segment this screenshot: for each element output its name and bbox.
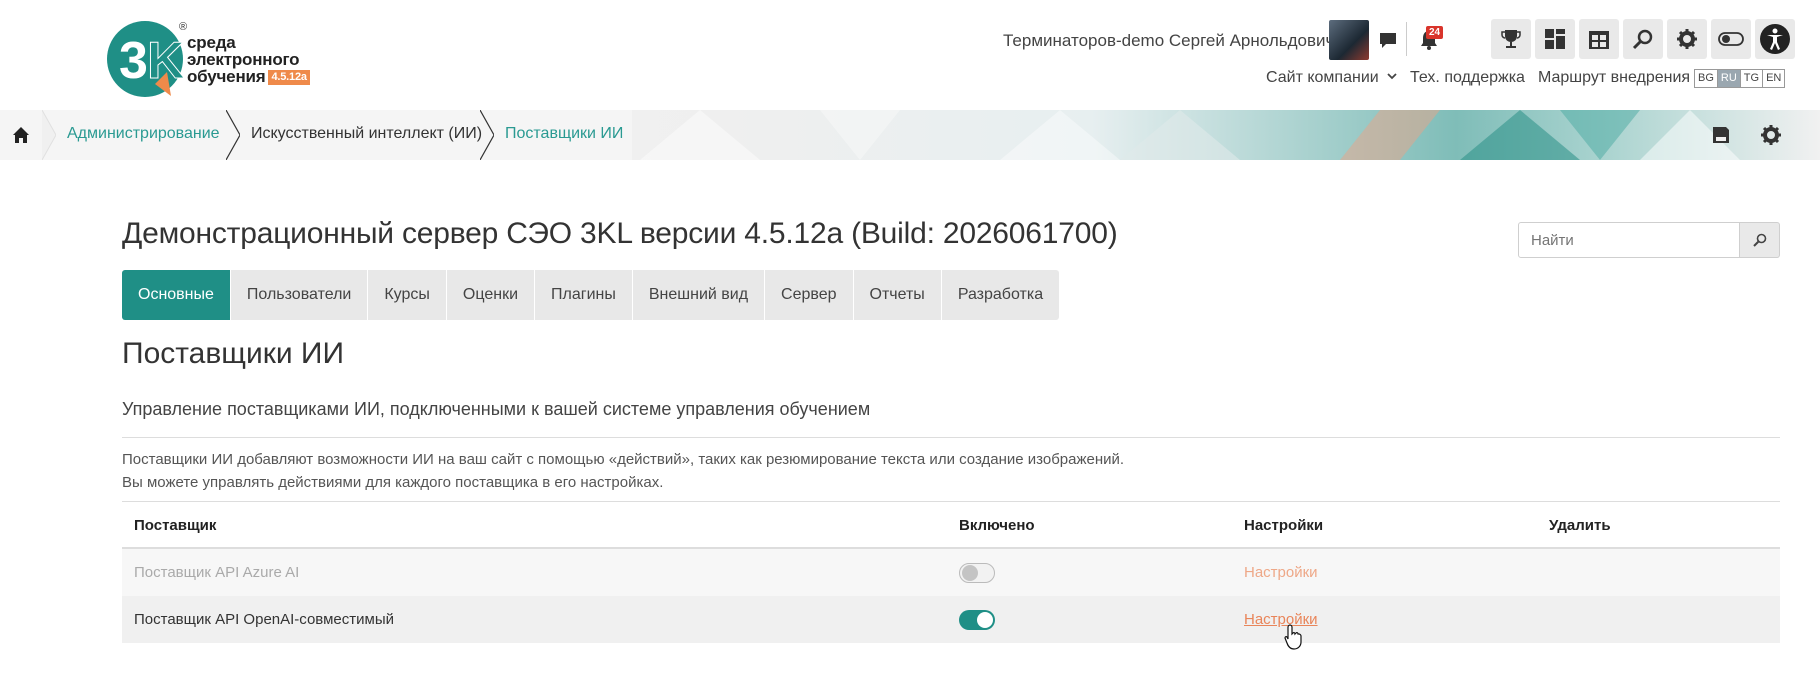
svg-text:3: 3 [119, 32, 148, 90]
search-button[interactable] [1623, 19, 1663, 59]
tab-courses[interactable]: Курсы [368, 270, 446, 320]
description-line: Вы можете управлять действиями для каждо… [122, 474, 664, 491]
enable-toggle-azure[interactable] [959, 563, 995, 583]
home-icon [13, 127, 29, 143]
tab-general[interactable]: Основные [122, 270, 230, 320]
page-settings-icon[interactable] [1759, 123, 1783, 147]
section-subtitle: Управление поставщиками ИИ, подключенным… [122, 399, 871, 419]
toggle-knob [977, 612, 993, 628]
site-header: 3 K ® среда электронного обучения 4.5.12a… [0, 0, 1820, 110]
toggle-knob [962, 565, 978, 581]
save-icon[interactable] [1709, 123, 1733, 147]
tab-grades[interactable]: Оценки [446, 270, 535, 320]
roadmap-link[interactable]: Маршрут внедрения [1538, 69, 1690, 87]
header-provider: Поставщик [134, 517, 217, 534]
lang-bg[interactable]: BG [1695, 70, 1718, 87]
tab-server[interactable]: Сервер [765, 270, 853, 320]
page-title: Демонстрационный сервер СЭО 3KL версии 4… [122, 217, 1118, 250]
table-row: Поставщик API Azure AI Настройки [122, 549, 1780, 596]
theme-toggle-button[interactable] [1711, 19, 1751, 59]
admin-tabs: Основные Пользователи Курсы Оценки Плаги… [122, 270, 1060, 320]
lang-en[interactable]: EN [1763, 70, 1784, 87]
calendar-button[interactable] [1579, 19, 1619, 59]
table-row: Поставщик API OpenAI-совместимый Настрой… [122, 596, 1780, 643]
enable-toggle-openai[interactable] [959, 610, 995, 630]
site-logo[interactable]: 3 K ® среда электронного обучения 4.5.12a [105, 18, 335, 100]
toggle-icon [1718, 32, 1744, 46]
settings-button[interactable] [1667, 19, 1707, 59]
home-button[interactable] [0, 110, 42, 160]
section-title: Поставщики ИИ [122, 337, 345, 370]
provider-name: Поставщик API OpenAI-совместимый [134, 611, 394, 628]
tab-users[interactable]: Пользователи [230, 270, 368, 320]
table-header: Поставщик Включено Настройки Удалить [122, 502, 1780, 549]
logo-line2: электронного [187, 50, 300, 69]
header-delete: Удалить [1549, 517, 1611, 534]
accessibility-button[interactable] [1755, 19, 1795, 59]
accessibility-icon [1760, 24, 1790, 54]
hand-cursor-icon [1284, 624, 1302, 650]
divider [122, 437, 1780, 438]
logo-line1: среда [187, 33, 236, 52]
notification-badge: 24 [1426, 26, 1444, 39]
provider-name: Поставщик API Azure AI [134, 564, 300, 581]
company-site-label: Сайт компании [1266, 69, 1379, 86]
chevron-down-icon [1387, 73, 1397, 80]
lang-ru[interactable]: RU [1717, 70, 1741, 87]
header-enabled: Включено [959, 517, 1035, 534]
logo-wordmark: среда электронного обучения 4.5.12a [187, 34, 310, 85]
logo-mark-icon: 3 K ® [107, 21, 187, 97]
dashboard-button[interactable] [1535, 19, 1575, 59]
breadcrumb-separator-icon [42, 110, 56, 160]
breadcrumb-ai[interactable]: Искусственный интеллект (ИИ) [251, 125, 482, 143]
providers-table: Поставщик Включено Настройки Удалить Пос… [122, 502, 1780, 643]
tab-plugins[interactable]: Плагины [535, 270, 632, 320]
company-site-dropdown[interactable]: Сайт компании [1266, 69, 1397, 87]
breadcrumb: Администрирование Искусственный интеллек… [0, 110, 632, 160]
breadcrumb-separator-icon [226, 110, 240, 160]
language-switcher: BG RU TG EN [1694, 69, 1786, 88]
trophy-icon [1501, 30, 1521, 48]
search-icon [1632, 29, 1653, 50]
breadcrumb-band: Администрирование Искусственный интеллек… [0, 110, 1820, 160]
tab-reports[interactable]: Отчеты [853, 270, 941, 320]
gear-icon [1677, 29, 1697, 49]
tab-appearance[interactable]: Внешний вид [632, 270, 765, 320]
breadcrumb-separator-icon [480, 110, 494, 160]
settings-link-azure[interactable]: Настройки [1244, 564, 1318, 581]
lang-tg[interactable]: TG [1741, 70, 1764, 87]
breadcrumb-admin[interactable]: Администрирование [67, 125, 220, 143]
version-badge: 4.5.12a [268, 70, 310, 85]
calendar-icon [1589, 31, 1609, 49]
header-divider [1406, 22, 1407, 56]
search-input[interactable] [1518, 222, 1740, 258]
settings-link-openai[interactable]: Настройки [1244, 611, 1318, 628]
description-line: Поставщики ИИ добавляют возможности ИИ н… [122, 451, 1125, 468]
trophy-button[interactable] [1491, 19, 1531, 59]
section-description: Поставщики ИИ добавляют возможности ИИ н… [122, 448, 1124, 494]
support-link[interactable]: Тех. поддержка [1410, 69, 1525, 87]
svg-text:®: ® [179, 21, 187, 33]
search-submit-button[interactable] [1740, 222, 1780, 258]
avatar[interactable] [1329, 20, 1369, 60]
header-settings: Настройки [1244, 517, 1324, 534]
message-icon[interactable] [1375, 27, 1401, 53]
user-name[interactable]: Терминаторов-demo Сергей Арнольдович [1003, 31, 1334, 51]
tab-development[interactable]: Разработка [941, 270, 1060, 320]
dashboard-icon [1545, 29, 1565, 49]
logo-line3: обучения [187, 67, 266, 86]
admin-search [1518, 222, 1780, 258]
search-icon [1752, 233, 1766, 247]
breadcrumb-ai-providers[interactable]: Поставщики ИИ [505, 125, 623, 143]
